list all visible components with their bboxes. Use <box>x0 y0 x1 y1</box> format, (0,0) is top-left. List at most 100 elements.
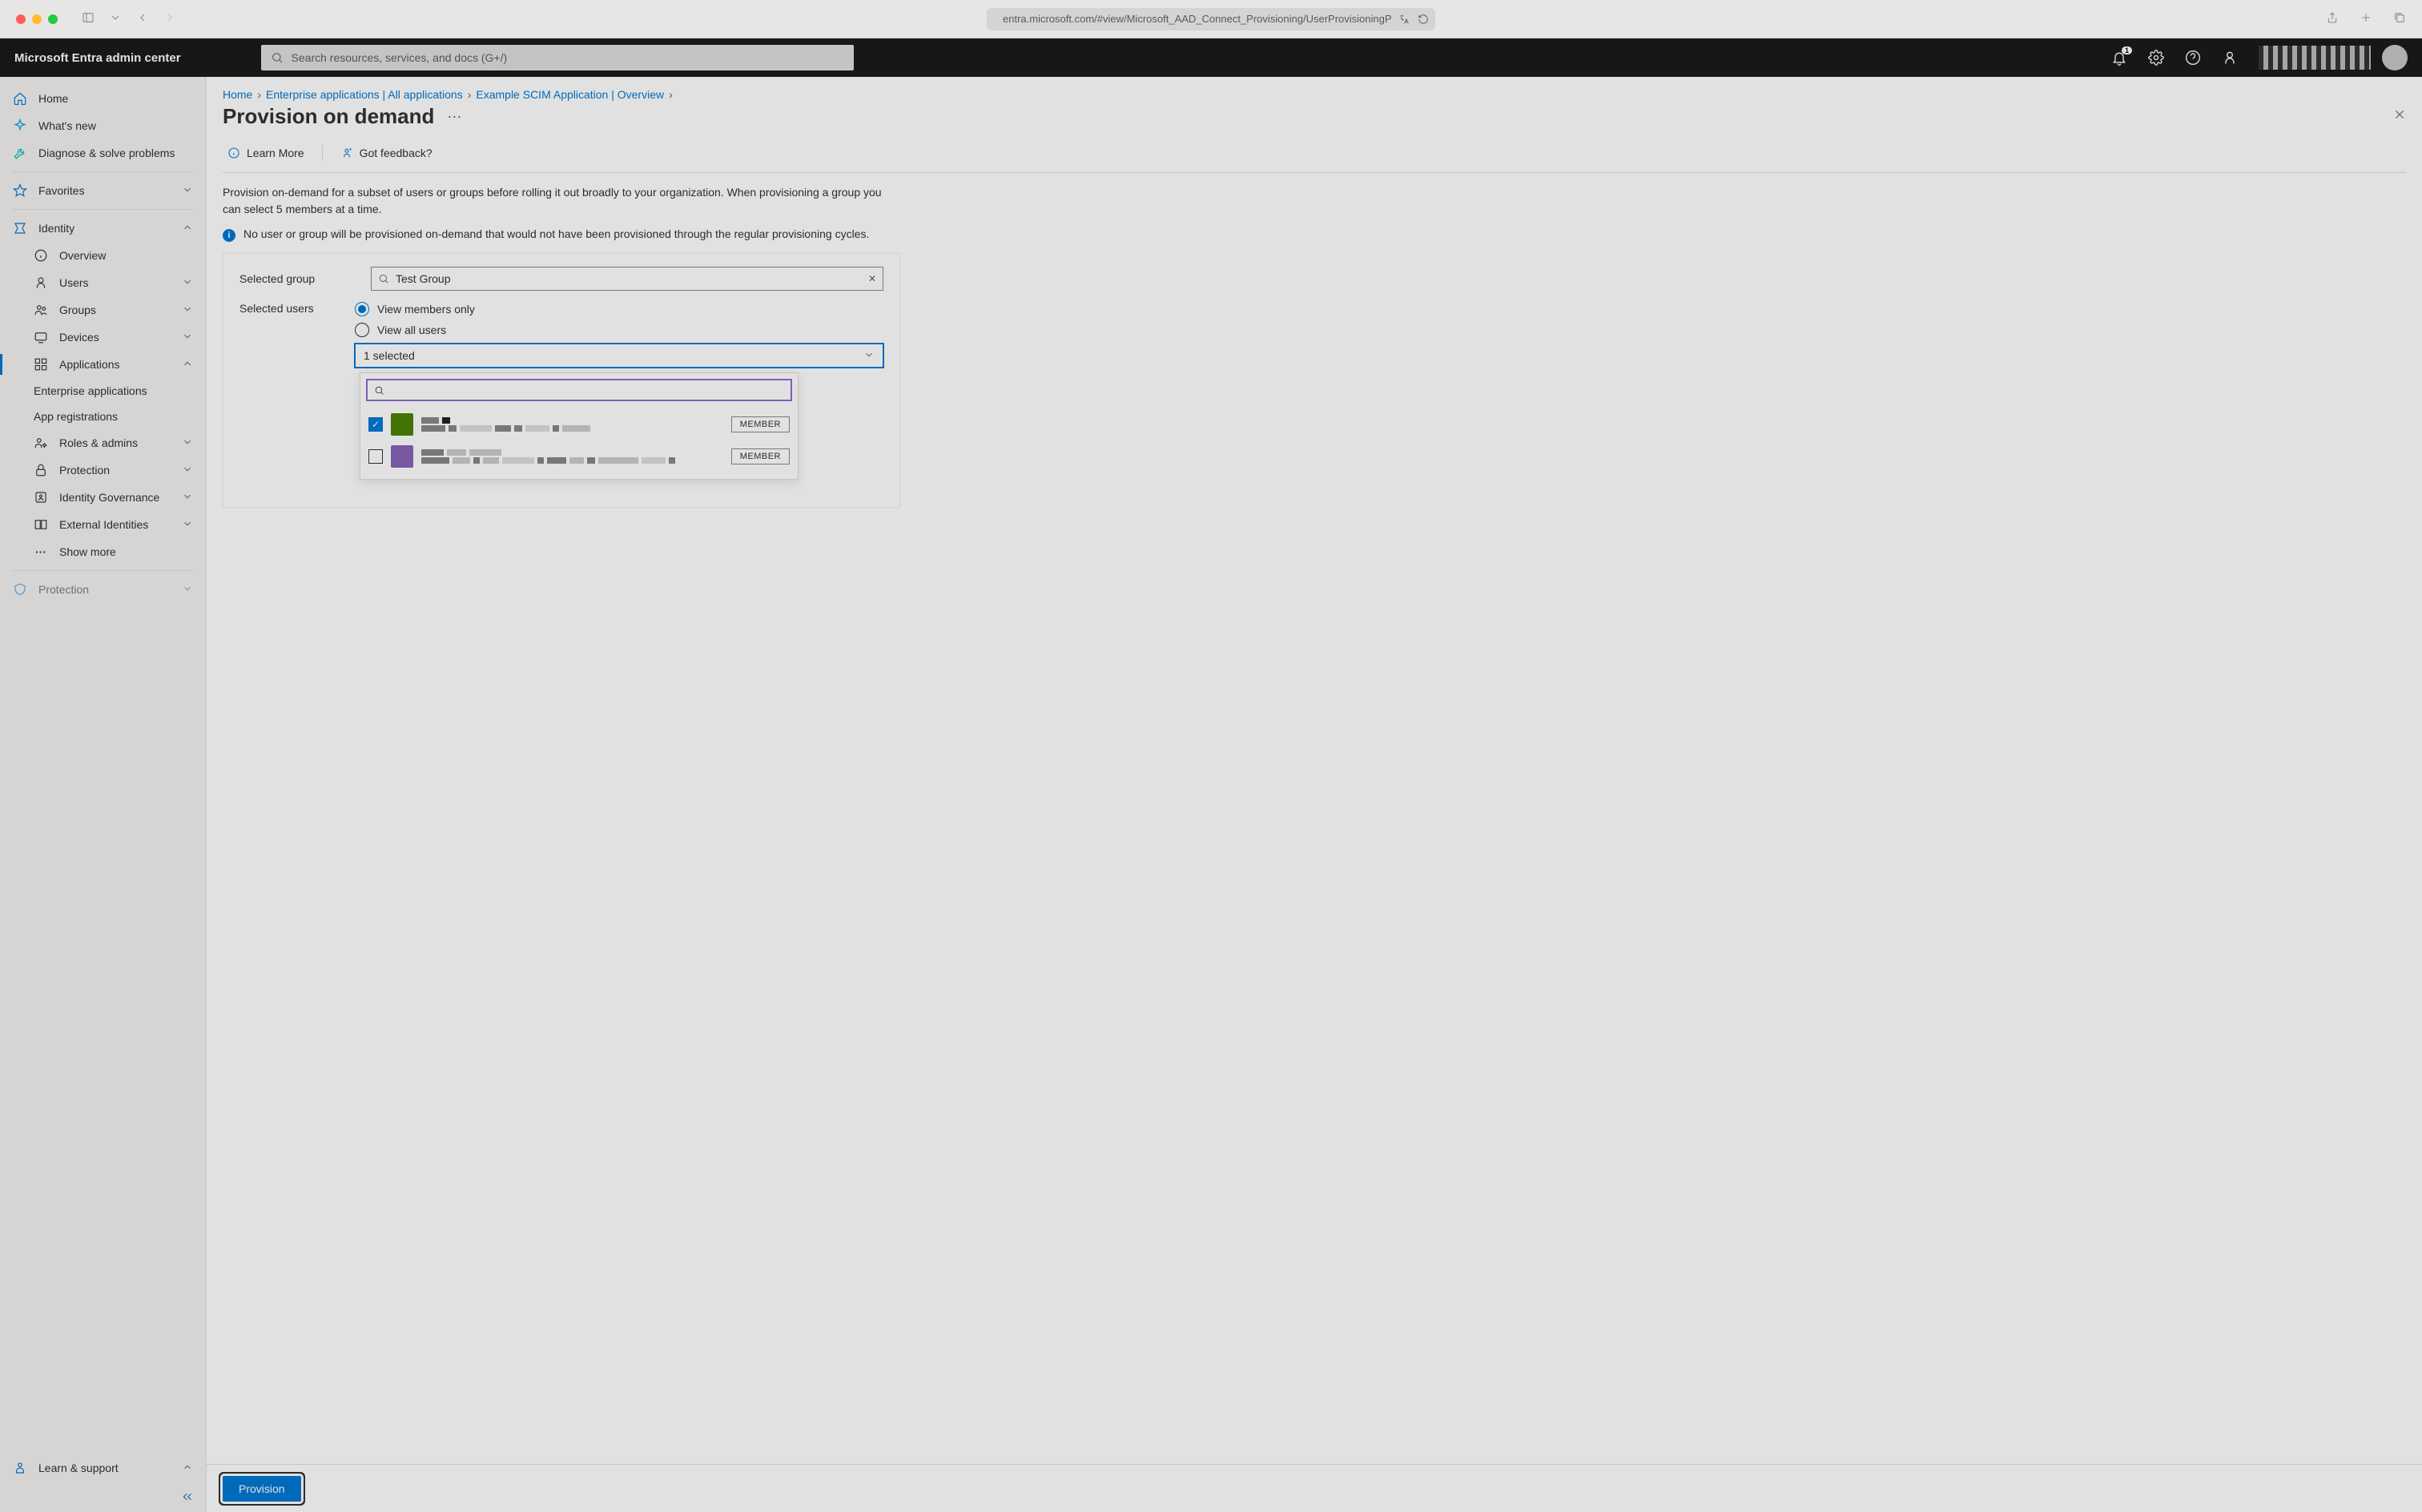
notifications-icon[interactable]: 1 <box>2111 50 2127 66</box>
sidebar-label: Applications <box>59 358 120 371</box>
global-search[interactable]: Search resources, services, and docs (G+… <box>261 45 854 70</box>
group-icon <box>34 303 48 317</box>
user-row-1[interactable]: ✓ MEMBER <box>367 408 791 440</box>
sidebar-label: Protection <box>59 464 110 477</box>
breadcrumb-apps[interactable]: Enterprise applications | All applicatio… <box>266 88 463 101</box>
user-avatar[interactable] <box>2382 45 2408 70</box>
settings-icon[interactable] <box>2148 50 2164 66</box>
selected-group-input[interactable]: Test Group ✕ <box>371 267 883 291</box>
window-max-light[interactable] <box>48 14 58 24</box>
sidebar-item-devices[interactable]: Devices <box>0 324 206 351</box>
address-bar[interactable]: entra.microsoft.com/#view/Microsoft_AAD_… <box>987 8 1435 30</box>
translate-icon[interactable] <box>1398 14 1410 25</box>
radio-unchecked-icon <box>355 323 369 337</box>
radio-view-all[interactable]: View all users <box>355 323 883 337</box>
user-text-redacted <box>421 417 590 432</box>
sidebar-item-roles-admins[interactable]: Roles & admins <box>0 429 206 456</box>
radio-members-label: View members only <box>377 303 475 316</box>
checkbox-checked-icon[interactable]: ✓ <box>368 417 383 432</box>
page-description: Provision on-demand for a subset of user… <box>207 179 911 223</box>
sidebar-item-favorites[interactable]: Favorites <box>0 177 206 204</box>
chevron-down-icon <box>182 331 193 344</box>
member-tag: MEMBER <box>731 448 790 464</box>
chevron-down-icon <box>182 518 193 532</box>
sidebar-item-show-more[interactable]: ··· Show more <box>0 538 206 565</box>
close-blade-icon[interactable] <box>2393 108 2406 125</box>
learn-more-button[interactable]: Learn More <box>223 143 309 163</box>
sidebar-item-identity-governance[interactable]: Identity Governance <box>0 484 206 511</box>
window-min-light[interactable] <box>32 14 42 24</box>
help-icon[interactable] <box>2185 50 2201 66</box>
user-row-2[interactable]: MEMBER <box>367 440 791 472</box>
user-avatar-icon <box>391 413 413 436</box>
sidebar-item-overview[interactable]: Overview <box>0 242 206 269</box>
sparkle-icon <box>13 119 27 133</box>
collapse-sidebar-button[interactable] <box>0 1482 206 1512</box>
nav-back-icon[interactable] <box>136 11 149 26</box>
learn-icon <box>13 1461 27 1475</box>
breadcrumb-example[interactable]: Example SCIM Application | Overview <box>476 88 664 101</box>
got-feedback-button[interactable]: Got feedback? <box>336 143 437 163</box>
sidebar-item-identity[interactable]: Identity <box>0 215 206 242</box>
feedback-icon[interactable] <box>2222 50 2238 66</box>
nav-forward-icon[interactable] <box>163 11 176 26</box>
star-icon <box>13 183 27 198</box>
wrench-icon <box>13 146 27 160</box>
window-close-light[interactable] <box>16 14 26 24</box>
lock-icon <box>34 463 48 477</box>
sidebar-item-diagnose[interactable]: Diagnose & solve problems <box>0 139 206 167</box>
member-tag: MEMBER <box>731 416 790 432</box>
info-icon <box>34 248 48 263</box>
sidebar-item-learn-support[interactable]: Learn & support <box>0 1454 206 1482</box>
provision-button[interactable]: Provision <box>223 1476 301 1502</box>
share-icon[interactable] <box>2326 11 2339 26</box>
breadcrumb-home[interactable]: Home <box>223 88 252 101</box>
chevron-down-icon <box>182 304 193 317</box>
sidebar-label: Users <box>59 276 89 289</box>
sidebar-label: Learn & support <box>38 1462 119 1474</box>
sidebar-label: Home <box>38 92 68 105</box>
sidebar: Home What's new Diagnose & solve problem… <box>0 77 207 1512</box>
chevron-up-icon <box>182 358 193 372</box>
footer-bar: Provision <box>207 1464 2422 1512</box>
chevron-right-icon: › <box>257 88 261 101</box>
sidebar-item-groups[interactable]: Groups <box>0 296 206 324</box>
address-url: entra.microsoft.com/#view/Microsoft_AAD_… <box>1003 13 1392 25</box>
chevron-down-icon <box>863 349 875 363</box>
checkbox-unchecked-icon[interactable] <box>368 449 383 464</box>
chevron-right-icon: › <box>669 88 673 101</box>
radio-view-members[interactable]: View members only <box>355 302 883 316</box>
chevron-down-icon[interactable] <box>109 11 122 26</box>
sidebar-item-applications[interactable]: Applications <box>0 351 206 378</box>
dropdown-search-input[interactable] <box>367 380 791 400</box>
sidebar-item-protection-2[interactable]: Protection <box>0 576 206 603</box>
provision-panel: Selected group Test Group ✕ Selected use… <box>223 253 900 508</box>
sidebar-item-app-registrations[interactable]: App registrations <box>0 404 206 429</box>
user-icon <box>34 275 48 290</box>
apps-icon <box>34 357 48 372</box>
sidebar-item-external-identities[interactable]: External Identities <box>0 511 206 538</box>
tabs-icon[interactable] <box>2393 11 2406 26</box>
more-actions-icon[interactable]: ··· <box>447 108 461 125</box>
chevron-down-icon <box>182 491 193 505</box>
sidebar-item-protection[interactable]: Protection <box>0 456 206 484</box>
sidebar-item-users[interactable]: Users <box>0 269 206 296</box>
sidebar-item-home[interactable]: Home <box>0 85 206 112</box>
reload-icon[interactable] <box>1418 14 1429 25</box>
sidebar-label: Identity <box>38 222 74 235</box>
more-icon: ··· <box>34 545 48 559</box>
sidebar-label: Favorites <box>38 184 85 197</box>
selected-users-dropdown[interactable]: 1 selected <box>355 344 883 368</box>
chevron-down-icon <box>182 583 193 597</box>
clear-input-icon[interactable]: ✕ <box>868 273 876 284</box>
chevron-right-icon: › <box>468 88 472 101</box>
sidebar-toggle-icon[interactable] <box>82 11 95 26</box>
sidebar-label: Groups <box>59 304 96 316</box>
sidebar-item-enterprise-apps[interactable]: Enterprise applications <box>0 378 206 404</box>
new-tab-icon[interactable] <box>2360 11 2372 26</box>
sidebar-item-whats-new[interactable]: What's new <box>0 112 206 139</box>
user-avatar-icon <box>391 445 413 468</box>
chevron-up-icon <box>182 222 193 235</box>
home-icon <box>13 91 27 106</box>
selected-count: 1 selected <box>364 349 415 362</box>
